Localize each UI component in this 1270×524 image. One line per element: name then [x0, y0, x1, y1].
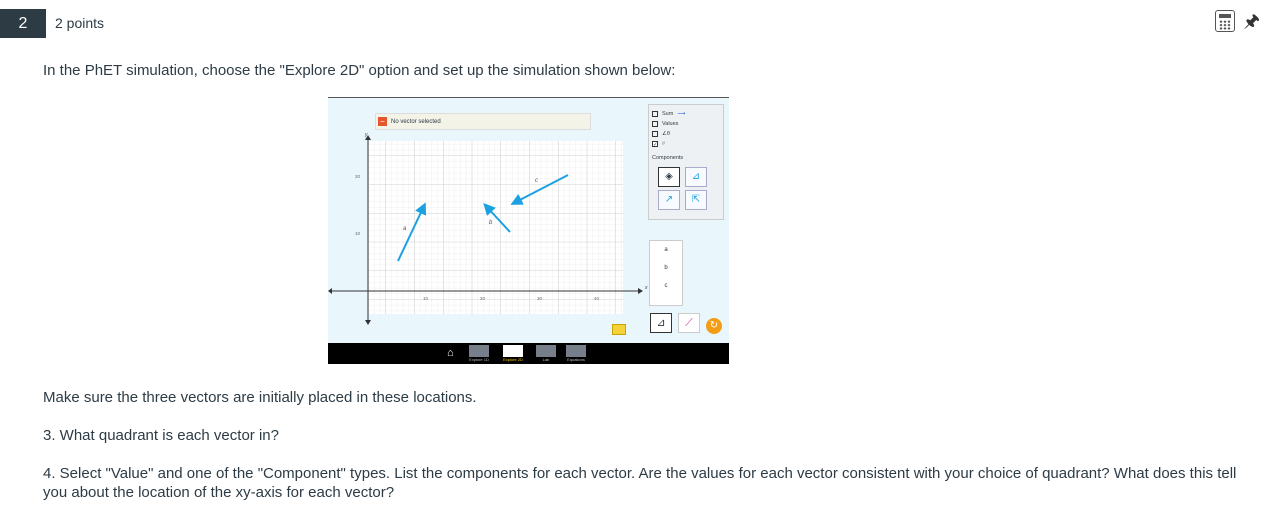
sum-arrow-icon: ⟶ — [677, 111, 686, 117]
question-points: 2 points — [55, 15, 105, 31]
question-intro: In the PhET simulation, choose the "Expl… — [43, 62, 676, 79]
component-style-button[interactable]: ↗ — [658, 190, 680, 210]
question-4-text: 4. Select "Value" and one of the "Compon… — [43, 465, 1237, 501]
vector-c-item[interactable]: c — [650, 283, 682, 289]
control-panel: Sum ⟶ Values ∠θ ✓ # Components ◈ ⊿ ↗ ⇱ — [648, 104, 724, 220]
eraser-icon[interactable] — [612, 324, 626, 335]
component-hidden-button[interactable]: ◈ — [658, 167, 680, 187]
angle-checkbox[interactable]: ∠θ — [652, 129, 723, 139]
minus-icon: − — [378, 117, 387, 126]
sum-checkbox[interactable]: Sum ⟶ — [652, 109, 723, 119]
x-tick: 30 — [537, 296, 543, 301]
tab-explore-2d[interactable]: Explore 2D — [503, 345, 523, 362]
vector-label-b: b — [489, 220, 493, 226]
sum-triangle-icon[interactable]: ⟋ — [678, 313, 700, 333]
vector-selector[interactable]: − No vector selected — [375, 113, 591, 130]
vector-label-c: c — [535, 178, 538, 184]
tab-lab[interactable]: Lab — [536, 345, 556, 362]
instruction-text: Make sure the three vectors are initiall… — [43, 389, 477, 406]
vector-a-item[interactable]: a — [650, 247, 682, 253]
selector-text: No vector selected — [391, 118, 441, 125]
question-number: 2 — [0, 9, 46, 38]
calculator-icon[interactable] — [1215, 10, 1236, 32]
grid-checkbox[interactable]: ✓ # — [652, 139, 723, 149]
y-tick: 10 — [355, 231, 361, 236]
vector-label-a: a — [403, 226, 407, 232]
component-style-button[interactable]: ⇱ — [685, 190, 707, 210]
question-3-text: 3. What quadrant is each vector in? — [43, 427, 279, 444]
x-tick: 40 — [594, 296, 600, 301]
x-tick: 20 — [480, 296, 486, 301]
home-icon[interactable]: ⌂ — [447, 347, 454, 359]
vector-b-item[interactable]: b — [650, 265, 682, 271]
pin-icon[interactable]: 🖈 — [1243, 12, 1260, 30]
navigation-bar: ⌂ Explore 1D Explore 2D Lab Equations — [328, 343, 729, 364]
tab-equations[interactable]: Equations — [566, 345, 586, 362]
reset-icon[interactable]: ↻ — [706, 318, 722, 334]
x-tick: 10 — [423, 296, 429, 301]
y-axis-label: y — [365, 132, 368, 138]
phet-simulation-image: y x 10 20 30 40 20 10 a b c − No vector … — [328, 97, 729, 364]
x-axis-label: x — [645, 285, 648, 291]
tab-explore-1d[interactable]: Explore 1D — [469, 345, 489, 362]
components-label: Components — [652, 155, 684, 161]
triangle-icon[interactable]: ⊿ — [650, 313, 672, 333]
y-tick: 20 — [355, 174, 361, 179]
values-checkbox[interactable]: Values — [652, 119, 723, 129]
question-tools: 🖈 — [1215, 10, 1260, 32]
component-style-button[interactable]: ⊿ — [685, 167, 707, 187]
vector-toolbox: a b c — [649, 240, 683, 306]
